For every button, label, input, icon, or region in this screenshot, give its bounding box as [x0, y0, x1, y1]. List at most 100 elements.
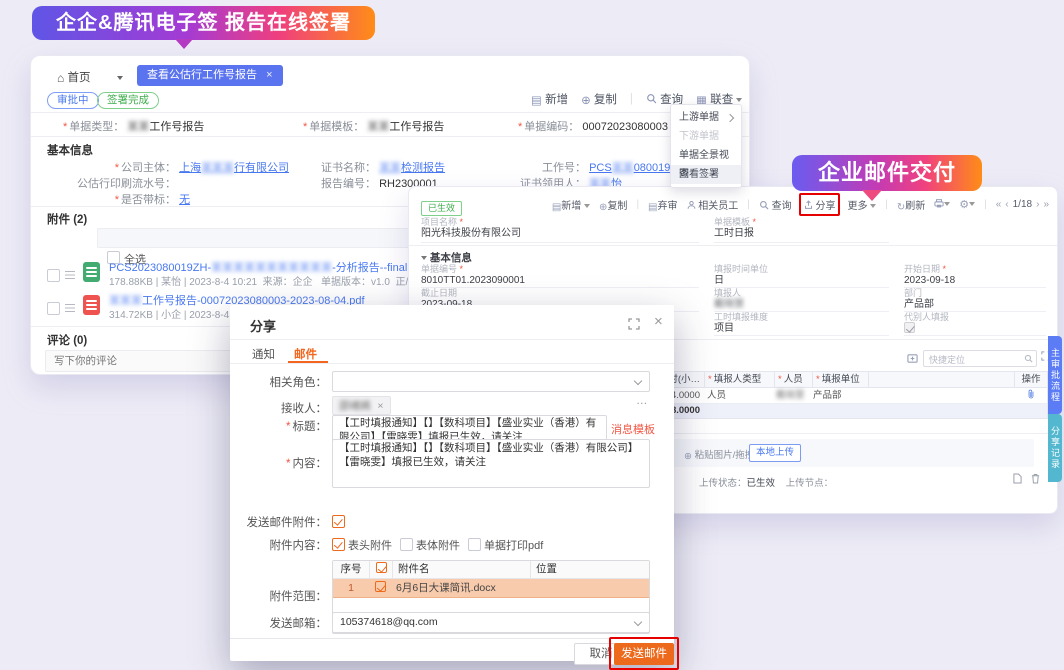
search-icon: [1024, 354, 1033, 363]
tag-close-icon[interactable]: ×: [377, 400, 383, 412]
recipient-more-button[interactable]: …: [636, 395, 648, 407]
toolbar-divider: |: [885, 199, 888, 210]
plus-circle-icon: ⊕: [684, 452, 692, 462]
copy-button[interactable]: ⊕ 复制: [581, 91, 617, 108]
content-label: *内容：: [230, 455, 327, 471]
pager-next[interactable]: ›: [1036, 199, 1039, 210]
field-has-mark: *是否带标： 无: [46, 191, 190, 207]
ts-share-button[interactable]: 分享: [801, 195, 839, 214]
field-doc-type: *单据类型： 某某工作号报告: [63, 118, 204, 134]
toolbar-divider: |: [636, 199, 639, 210]
field-doc-code: *单据编码： 00072023080003: [518, 118, 668, 134]
tab-report[interactable]: 查看公估行工作号报告 ×: [137, 65, 283, 86]
message-template-link[interactable]: 消息模板: [611, 421, 655, 437]
project-link[interactable]: 阳光科技股份有限公司: [421, 227, 699, 240]
home-tab[interactable]: ⌂ 首页: [57, 69, 90, 85]
menu-item-downstream: 下游单据: [671, 127, 741, 146]
range-all-checkbox[interactable]: [376, 562, 387, 573]
field-doc-template: *单据模板： 某某工作号报告: [303, 118, 444, 134]
field-project: 项目名称 * 阳光科技股份有限公司: [421, 217, 699, 243]
trash-icon[interactable]: [1031, 473, 1040, 484]
banner-mail-delivery: 企业邮件交付: [792, 155, 982, 191]
tab-notice[interactable]: 通知: [252, 346, 275, 362]
field-start-date: 开始日期 * 2023-09-18: [904, 264, 1046, 288]
file-icon[interactable]: [1013, 473, 1022, 484]
ts-settings-button[interactable]: ⚙: [959, 199, 975, 211]
banner-esign-pointer: [175, 39, 193, 49]
field-job-no: 工作号： PCS某某080019ZH: [481, 159, 685, 175]
menu-item-upstream[interactable]: 上游单据: [671, 108, 741, 127]
pager-last[interactable]: »: [1043, 199, 1049, 210]
field-proxy-fill: 代别人填报: [904, 312, 1046, 336]
field-dept: 部门 产品部: [904, 288, 1046, 312]
pager: « ‹ 1/18 › »: [996, 199, 1049, 210]
banner-esign-label: 企企&腾讯电子签 报告在线签署: [56, 12, 351, 34]
close-icon[interactable]: ×: [654, 313, 663, 330]
has-mark-link[interactable]: 无: [179, 194, 190, 206]
recipient-tag[interactable]: 邵绪嫣 ×: [332, 396, 391, 415]
role-select[interactable]: [332, 371, 650, 392]
opt-body-checkbox[interactable]: [400, 538, 413, 551]
ts-query-button[interactable]: 查询: [759, 197, 792, 212]
toolbar-divider: |: [630, 93, 633, 105]
unapprove-doc-icon: ▤: [648, 203, 657, 213]
ts-unapprove-button[interactable]: ▤弃审: [648, 197, 677, 213]
filler-link[interactable]: 戴晓慧: [714, 298, 889, 311]
proxy-checkbox: [904, 322, 915, 333]
page: { "req": "*", "badge_top": { "label": "企…: [0, 0, 1064, 670]
send-attach-label: 发送邮件附件：: [230, 514, 327, 530]
status-badge-approval: 审批中: [47, 92, 99, 109]
range-row-checkbox[interactable]: [375, 581, 386, 592]
pager-value: 1/18: [1013, 199, 1032, 210]
ts-refresh-button[interactable]: ↻刷新: [897, 197, 925, 213]
recipient-field[interactable]: 邵绪嫣 ×: [332, 396, 628, 416]
search-icon: [646, 93, 657, 104]
tab-approval-flow[interactable]: 主审批流程: [1048, 336, 1062, 414]
tab-mail[interactable]: 邮件: [294, 346, 317, 362]
pager-prev[interactable]: ‹: [1005, 199, 1008, 210]
mailbox-label: 发送邮箱：: [230, 615, 327, 631]
content-textarea[interactable]: 【工时填报通知】【】【数科项目】【盛业实业（香港）有限公司】【雷晓雯】填报已生效…: [332, 439, 650, 488]
home-tab-caret[interactable]: [117, 72, 123, 84]
ts-copy-button[interactable]: ⊕复制: [599, 197, 627, 213]
field-doc-no: 单据编号 * 8010TT01.2023090001: [421, 264, 699, 288]
send-attach-checkbox[interactable]: [332, 515, 345, 528]
tab-report-label: 查看公估行工作号报告: [147, 69, 257, 81]
effective-badge: 已生效: [421, 201, 462, 216]
cert-name-link[interactable]: 某某检测报告: [379, 162, 445, 174]
paperclip-icon[interactable]: [1027, 389, 1035, 399]
ts-print-button[interactable]: [934, 199, 950, 210]
pdf-file-icon: [83, 295, 100, 315]
range-row[interactable]: 1 6月6日大课简讯.docx: [333, 579, 649, 598]
tab-share-log[interactable]: 分享记录: [1048, 414, 1062, 482]
ts-new-button[interactable]: ▤新增: [552, 197, 590, 213]
person-icon: [687, 200, 696, 210]
new-button[interactable]: ▤ 新增: [531, 91, 568, 108]
ts-staff-button[interactable]: 相关员工: [687, 197, 739, 212]
drag-handle-icon[interactable]: [65, 304, 75, 312]
quick-locate-input[interactable]: 快捷定位: [923, 350, 1037, 367]
attach-range-label: 附件范围：: [230, 588, 327, 604]
mailbox-select[interactable]: 105374618@qq.com: [332, 612, 650, 633]
share-highlight-box: [799, 193, 841, 216]
company-link[interactable]: 上海某某某行有限公司: [179, 162, 289, 174]
opt-pdf-label: 单据打印pdf: [484, 537, 543, 553]
opt-pdf-checkbox[interactable]: [468, 538, 481, 551]
attachment1-checkbox[interactable]: [47, 269, 60, 282]
drag-handle-icon[interactable]: [65, 271, 75, 279]
menu-item-panorama[interactable]: 单据全景视图: [671, 146, 741, 165]
new-doc-icon: ▤: [531, 96, 542, 108]
field-time-unit: 填报时间单位日: [714, 264, 889, 288]
field-print-serial: 公估行印刷流水号：: [46, 175, 176, 191]
menu-item-view-sign[interactable]: 查看签署: [671, 165, 741, 184]
dept-link[interactable]: 产品部: [904, 298, 1046, 311]
locate-icon[interactable]: [907, 353, 918, 364]
modal-title: 分享: [250, 316, 276, 335]
fullscreen-icon[interactable]: [628, 318, 640, 330]
home-icon: ⌂: [57, 72, 64, 84]
pager-first[interactable]: «: [996, 199, 1002, 210]
opt-header-checkbox[interactable]: [332, 538, 345, 551]
attachment2-checkbox[interactable]: [47, 302, 60, 315]
local-upload-button[interactable]: 本地上传: [749, 444, 801, 462]
tab-close-icon[interactable]: ×: [266, 69, 272, 81]
